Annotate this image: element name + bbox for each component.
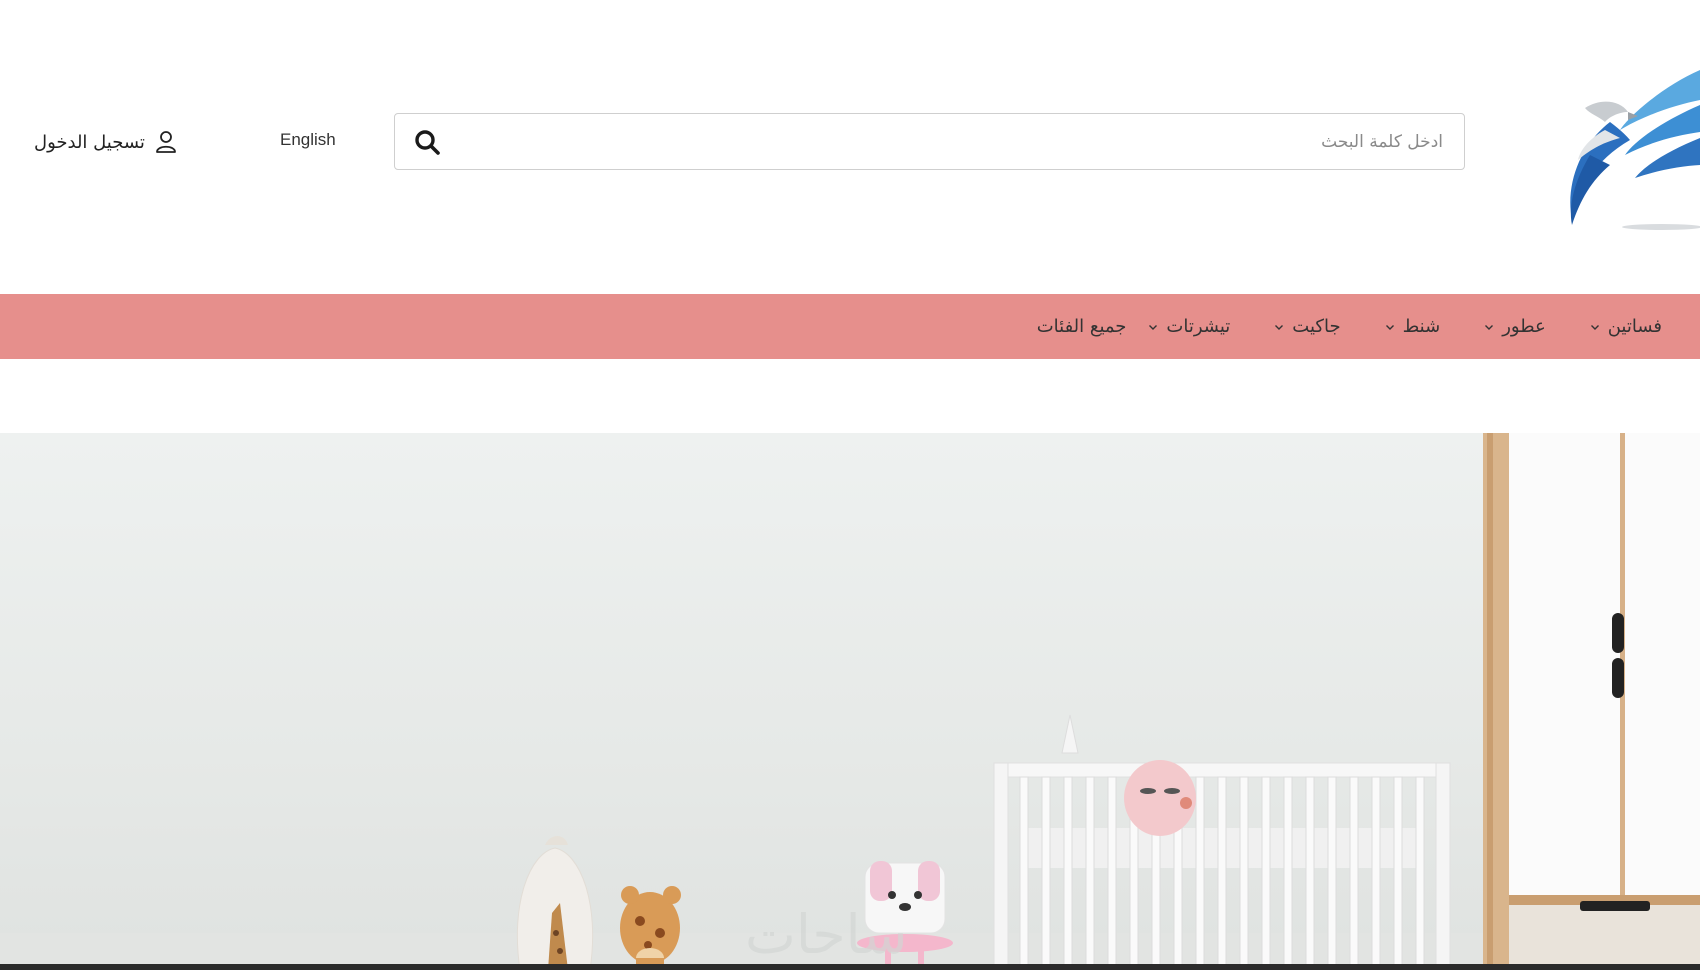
search-box <box>394 113 1465 170</box>
eagle-logo-icon[interactable] <box>1550 60 1700 260</box>
chevron-down-icon <box>1385 324 1394 330</box>
category-nav-bar: جميع الفئات تيشرتات جاكيت شنط عطور فساتي… <box>0 294 1700 359</box>
nav-item-perfumes[interactable]: عطور <box>1462 294 1568 359</box>
nav-item-label: عطور <box>1502 316 1546 337</box>
nav-item-all-categories[interactable]: جميع الفئات <box>1015 294 1127 359</box>
nav-item-label: جميع الفئات <box>1036 316 1127 337</box>
chevron-down-icon <box>1275 324 1284 330</box>
nav-item-tshirts[interactable]: تيشرتات <box>1126 294 1252 359</box>
search-button[interactable] <box>409 126 445 158</box>
nav-item-bags[interactable]: شنط <box>1363 294 1463 359</box>
category-nav-list: جميع الفئات تيشرتات جاكيت شنط عطور فساتي… <box>1015 294 1684 359</box>
language-switch-link[interactable]: English <box>280 130 336 150</box>
login-button[interactable]: تسجيل الدخول <box>34 128 177 156</box>
search-icon <box>415 130 440 155</box>
hero-bottom-strip <box>0 964 1700 970</box>
svg-text:ساحات: ساحات <box>745 903 907 966</box>
chevron-down-icon <box>1590 324 1599 330</box>
nav-item-label: شنط <box>1402 316 1441 337</box>
site-header: English تسجيل الدخول <box>0 0 1700 294</box>
nav-item-dresses[interactable]: فساتين <box>1568 294 1684 359</box>
chevron-down-icon <box>1149 324 1158 330</box>
hero-banner[interactable]: ساحات <box>0 433 1700 970</box>
nav-item-jackets[interactable]: جاكيت <box>1252 294 1362 359</box>
nav-item-label: فساتين <box>1607 316 1662 337</box>
login-label: تسجيل الدخول <box>34 131 145 153</box>
nav-item-label: تيشرتات <box>1166 316 1231 337</box>
chevron-down-icon <box>1485 324 1494 330</box>
nav-item-label: جاكيت <box>1292 316 1341 337</box>
search-input[interactable] <box>465 114 1445 169</box>
user-icon <box>156 131 176 153</box>
nursery-room-illustration: ساحات <box>0 433 1700 970</box>
